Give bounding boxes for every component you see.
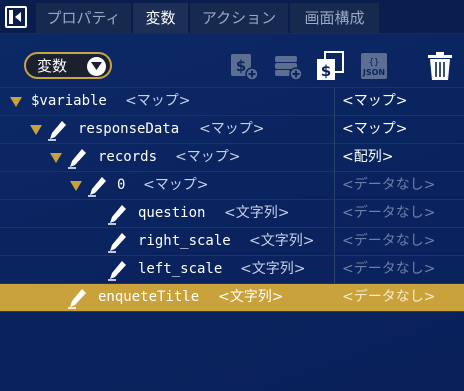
edit-pencil-icon[interactable]	[46, 119, 68, 141]
tree-type: <マップ>	[143, 177, 209, 193]
tab-screen-layout[interactable]: 画面構成	[290, 3, 380, 33]
tree-row-enquetetitle[interactable]: enqueteTitle <文字列> <データなし>	[0, 284, 464, 312]
tree-key: question	[138, 205, 206, 221]
filter-select-value: 変数	[37, 57, 68, 75]
tree-row-responsedata[interactable]: responseData <マップ> <マップ>	[0, 116, 464, 144]
tree-value: <配列>	[342, 149, 394, 165]
tree-row-name: right_scale <文字列>	[0, 228, 334, 255]
variable-filter-select[interactable]: 変数	[24, 52, 112, 79]
tree-row-name: records <マップ>	[0, 144, 334, 171]
tree-type: <文字列>	[218, 289, 284, 305]
tree-key: $variable	[31, 93, 107, 109]
tree-value: <データなし>	[342, 177, 436, 193]
edit-pencil-icon[interactable]	[106, 259, 128, 281]
svg-text:$: $	[236, 57, 246, 75]
svg-text:{}: {}	[369, 58, 380, 68]
tree-key: responseData	[78, 121, 180, 137]
tree-row-question[interactable]: question <文字列> <データなし>	[0, 200, 464, 228]
tree-type: <文字列>	[249, 233, 315, 249]
edit-pencil-icon[interactable]	[86, 175, 108, 197]
tree-type: <マップ>	[175, 149, 241, 165]
column-divider	[334, 88, 335, 284]
row-separator	[0, 311, 464, 312]
tree-type: <マップ>	[199, 121, 265, 137]
collapse-panel-icon[interactable]	[5, 6, 27, 28]
tab-actions[interactable]: アクション	[190, 3, 289, 33]
tree-row-variable[interactable]: $variable <マップ> <マップ>	[0, 88, 464, 116]
tree-row-name: left_scale <文字列>	[0, 256, 334, 283]
tree-row-records[interactable]: records <マップ> <配列>	[0, 144, 464, 172]
expanded-triangle-icon[interactable]	[30, 124, 42, 136]
tree-value: <マップ>	[342, 121, 408, 137]
tree-key: records	[98, 149, 158, 165]
edit-pencil-icon[interactable]	[106, 203, 128, 225]
tree-key: enqueteTitle	[98, 289, 200, 305]
tree-row-name: 0 <マップ>	[0, 172, 334, 199]
tree-key: 0	[117, 177, 126, 193]
tree-type: <文字列>	[224, 205, 290, 221]
tree-value: <データなし>	[342, 233, 436, 249]
expanded-triangle-icon[interactable]	[70, 180, 82, 192]
delete-icon[interactable]	[424, 50, 456, 82]
tree-row-name: question <文字列>	[0, 200, 334, 227]
tree-row-name: enqueteTitle <文字列>	[0, 284, 334, 311]
copy-variable-icon[interactable]: $	[314, 50, 346, 82]
tree-value: <データなし>	[342, 289, 436, 305]
add-list-icon[interactable]	[272, 50, 304, 82]
tree-row-left-scale[interactable]: left_scale <文字列> <データなし>	[0, 256, 464, 284]
tab-variables[interactable]: 変数	[133, 3, 189, 33]
tree-row-name: responseData <マップ>	[0, 116, 334, 143]
edit-pencil-icon[interactable]	[66, 287, 88, 309]
tree-key: right_scale	[138, 233, 231, 249]
edit-pencil-icon[interactable]	[106, 231, 128, 253]
tree-type: <文字列>	[240, 261, 306, 277]
tree-key: left_scale	[138, 261, 223, 277]
tree-value: <データなし>	[342, 261, 436, 277]
json-icon[interactable]: {} JSON	[358, 50, 390, 82]
tree-row-name: $variable <マップ>	[0, 88, 334, 115]
tree-row-0[interactable]: 0 <マップ> <データなし>	[0, 172, 464, 200]
edit-pencil-icon[interactable]	[66, 147, 88, 169]
tree-row-right-scale[interactable]: right_scale <文字列> <データなし>	[0, 228, 464, 256]
add-variable-icon[interactable]: $	[228, 50, 260, 82]
expanded-triangle-icon[interactable]	[50, 152, 62, 164]
svg-text:$: $	[321, 62, 331, 80]
svg-text:JSON: JSON	[362, 68, 385, 77]
tab-bar: プロパティ 変数 アクション 画面構成	[0, 0, 464, 34]
chevron-down-icon	[87, 57, 106, 76]
tree-value: <マップ>	[342, 93, 408, 109]
tree-type: <マップ>	[125, 93, 191, 109]
expanded-triangle-icon[interactable]	[10, 96, 22, 108]
tree-value: <データなし>	[342, 205, 436, 221]
tab-properties[interactable]: プロパティ	[36, 3, 132, 33]
